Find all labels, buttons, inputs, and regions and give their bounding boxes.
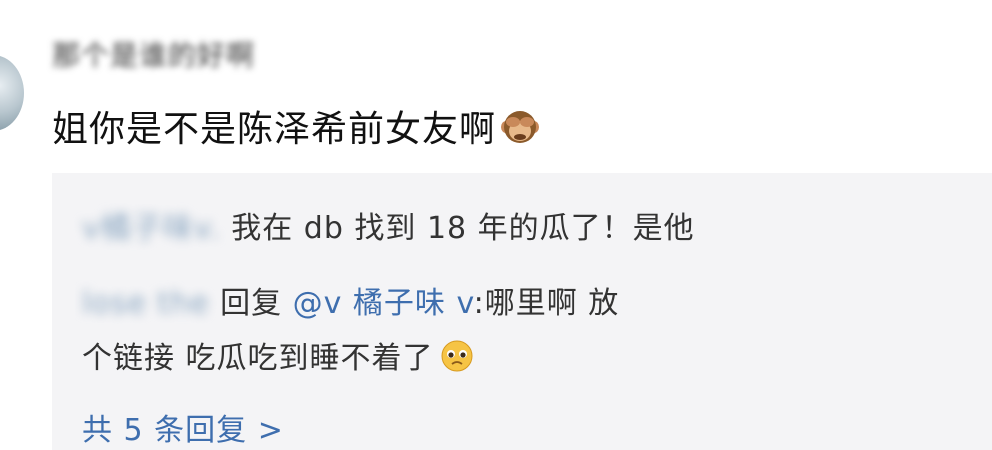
comment-username[interactable]: 那个是谁的好啊 bbox=[52, 34, 255, 74]
replies-panel: v橘子味v. 我在 db 找到 18 年的瓜了！是他 lose the 回复 @… bbox=[52, 173, 992, 450]
reply-2-author[interactable]: lose the bbox=[82, 286, 210, 321]
reply-2-line-2: 个链接 吃瓜吃到睡不着了 bbox=[82, 333, 474, 377]
reply-2-text-line-2: 个链接 吃瓜吃到睡不着了 bbox=[82, 341, 434, 376]
reply-2-reply-word: 回复 bbox=[220, 286, 283, 321]
comment-body: 姐你是不是陈泽希前女友啊 bbox=[52, 109, 497, 150]
pleading-face-icon bbox=[440, 339, 474, 373]
comment-text: 姐你是不是陈泽希前女友啊 bbox=[52, 100, 540, 152]
reply-2-text-line-1: :哪里啊 放 bbox=[473, 286, 620, 321]
reply-1[interactable]: v橘子味v. 我在 db 找到 18 年的瓜了！是他 bbox=[82, 203, 695, 247]
see-no-evil-monkey-icon bbox=[500, 107, 540, 147]
more-replies-link[interactable]: 共 5 条回复 > bbox=[82, 405, 284, 449]
reply-2-line-1[interactable]: lose the 回复 @v 橘子味 v:哪里啊 放 bbox=[82, 278, 619, 322]
avatar[interactable] bbox=[0, 55, 24, 131]
reply-2-mention[interactable]: @v 橘子味 v bbox=[293, 286, 474, 321]
reply-1-text: 我在 db 找到 18 年的瓜了！是他 bbox=[231, 211, 695, 246]
reply-1-author[interactable]: v橘子味v. bbox=[82, 203, 221, 247]
